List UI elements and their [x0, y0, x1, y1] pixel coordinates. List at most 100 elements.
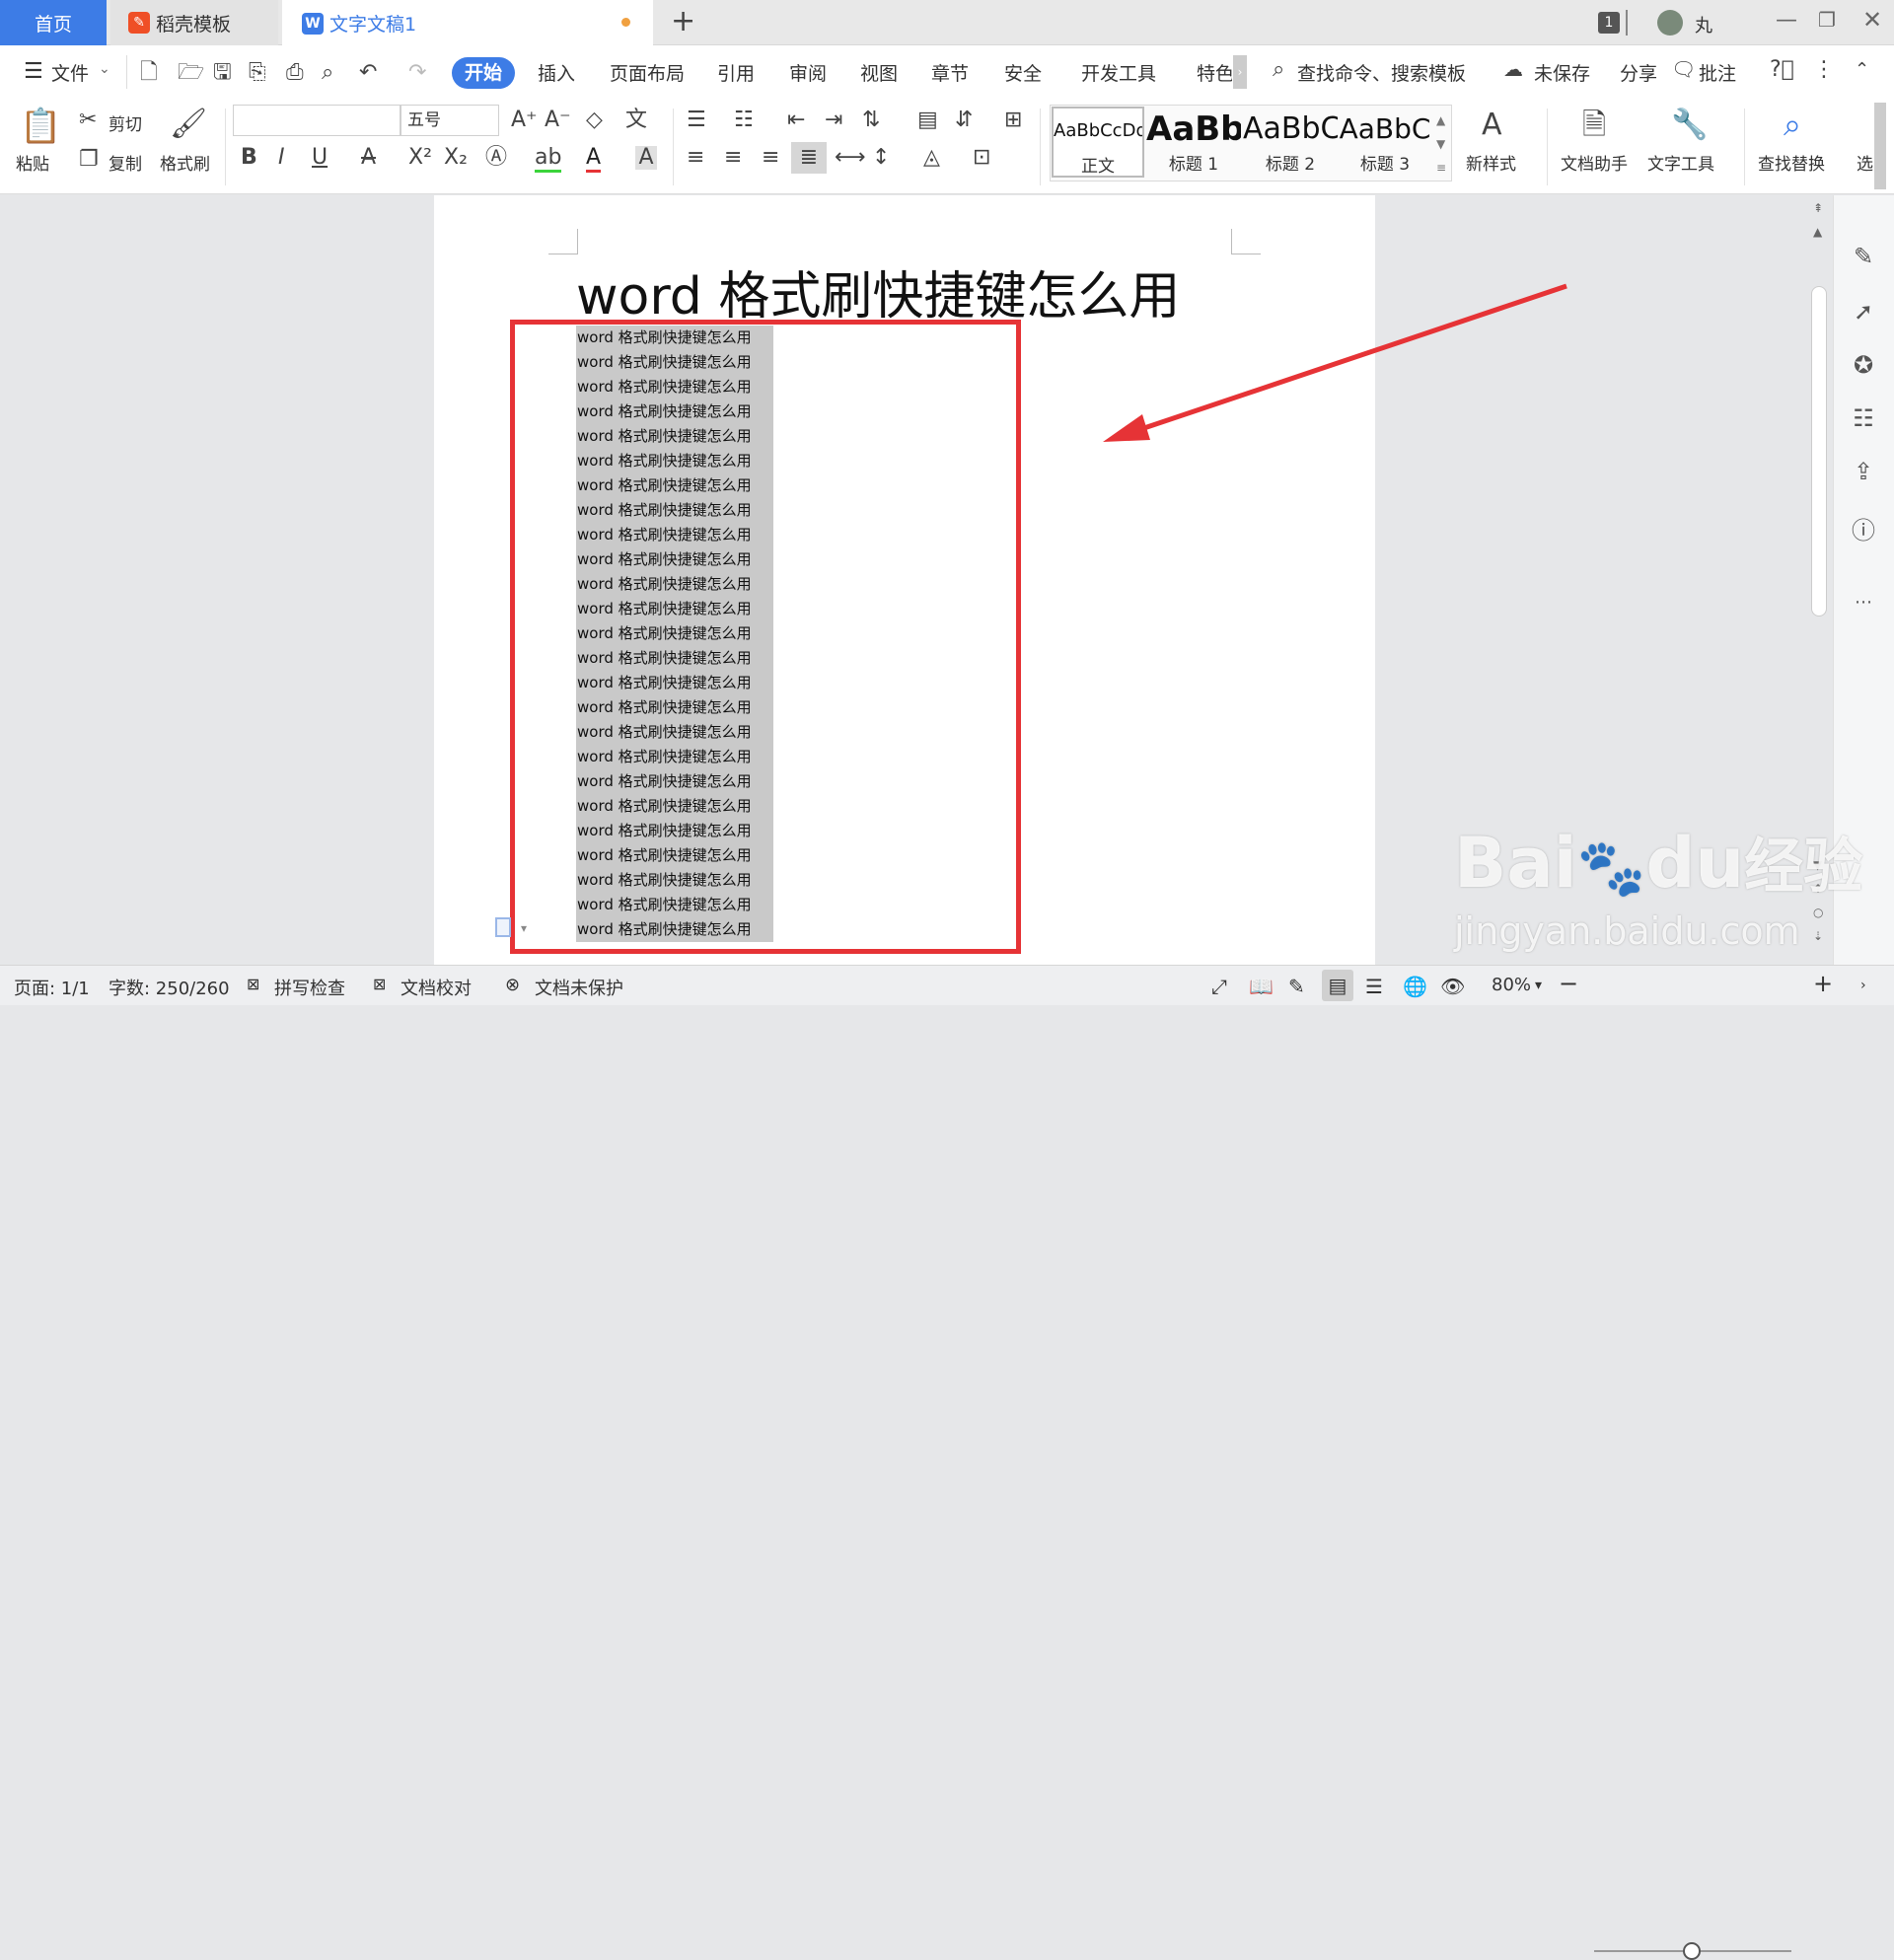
tab-review[interactable]: 审阅 [789, 59, 827, 86]
superscript-icon[interactable]: X² [408, 146, 432, 170]
font-color-icon[interactable]: A [586, 146, 602, 173]
paste-button[interactable]: 粘贴 [16, 150, 49, 175]
select-cursor-icon[interactable]: ➚ [1849, 298, 1878, 326]
write-mode-icon[interactable]: ✎ [1288, 975, 1305, 998]
tab-page-layout[interactable]: 页面布局 [610, 59, 685, 86]
style-heading-3[interactable]: AaBbC 标题 3 [1338, 107, 1432, 178]
align-center-icon[interactable]: ≡ [724, 146, 742, 170]
scroll-top-icon[interactable]: ⇞ [1813, 201, 1823, 215]
chevron-down-icon[interactable]: ▾ [1535, 978, 1542, 993]
zoom-out-icon[interactable]: − [1559, 970, 1578, 997]
sort-icon[interactable]: ⇵ [955, 109, 973, 132]
chevron-down-icon[interactable]: ▾ [521, 921, 527, 935]
tab-special[interactable]: 特色 [1197, 59, 1232, 86]
print-icon[interactable]: ⎙ [286, 61, 304, 85]
strikethrough-icon[interactable]: A [361, 146, 376, 170]
new-style-icon[interactable]: A [1482, 109, 1502, 142]
tab-developer[interactable]: 开发工具 [1081, 59, 1156, 86]
show-marks-icon[interactable]: ⊞ [1004, 109, 1022, 132]
style-icon[interactable]: ✪ [1849, 351, 1878, 379]
save-icon[interactable]: 🖫 [213, 61, 232, 85]
find-replace-button[interactable]: 查找替换 [1758, 150, 1825, 175]
underline-icon[interactable]: U [312, 146, 328, 170]
gallery-scroll-icon[interactable]: ▲ ▼ ≡ [1436, 109, 1446, 180]
more-icon[interactable]: ⋮ [1813, 57, 1835, 82]
char-shading-icon[interactable]: A [635, 146, 657, 170]
new-style-button[interactable]: 新样式 [1466, 150, 1516, 175]
style-normal[interactable]: AaBbCcDd 正文 [1052, 107, 1144, 178]
export-icon[interactable]: ⎘ [249, 61, 266, 85]
tab-document[interactable]: W 文字文稿1 [282, 0, 653, 46]
restore-icon[interactable]: ❐ [1818, 8, 1836, 32]
print-preview-icon[interactable]: ⌕ [322, 61, 333, 85]
chevron-down-icon[interactable]: ⌄ [99, 61, 110, 77]
subscript-icon[interactable]: X₂ [444, 146, 468, 170]
pinyin-icon[interactable]: 文 [625, 109, 647, 132]
reading-mode-icon[interactable]: 📖 [1249, 975, 1274, 998]
justify-icon[interactable]: ≣ [791, 142, 827, 174]
comment-button[interactable]: 批注 [1699, 59, 1736, 86]
bullet-list-icon[interactable]: ☰ [687, 109, 706, 132]
window-count-badge[interactable]: 1 [1598, 12, 1620, 34]
close-icon[interactable]: ✕ [1862, 6, 1882, 34]
numbered-list-icon[interactable]: ☷ [734, 109, 754, 132]
chinese-layout-icon[interactable]: ▤ [917, 109, 938, 132]
line-spacing-icon[interactable]: ↕ [872, 146, 890, 170]
avatar[interactable] [1657, 10, 1683, 36]
scrollbar-thumb[interactable] [1811, 286, 1827, 617]
word-count[interactable]: 字数: 250/260 [109, 975, 230, 1000]
web-view-icon[interactable]: 🌐 [1403, 975, 1427, 998]
zoom-slider-handle[interactable] [1683, 1942, 1702, 1960]
eye-protection-icon[interactable]: 👁 [1440, 975, 1465, 998]
highlight-icon[interactable]: ab [535, 146, 562, 173]
paragraph-mark-icon[interactable] [495, 917, 511, 937]
align-right-icon[interactable]: ≡ [762, 146, 779, 170]
settings-sliders-icon[interactable]: ☷ [1849, 404, 1878, 432]
paste-icon[interactable]: 📋 [20, 107, 61, 146]
text-effect-icon[interactable]: Ⓐ [485, 146, 507, 170]
command-search[interactable]: 查找命令、搜索模板 [1297, 59, 1466, 86]
italic-icon[interactable]: I [278, 146, 285, 170]
borders-icon[interactable]: ⊡ [973, 146, 990, 170]
bold-icon[interactable]: B [241, 146, 257, 170]
outline-view-icon[interactable]: ☰ [1365, 975, 1383, 998]
collapse-ribbon-icon[interactable]: ⌃ [1855, 59, 1869, 80]
help-icon[interactable]: ?⃝ [1770, 57, 1794, 82]
tab-references[interactable]: 引用 [717, 59, 755, 86]
cut-button[interactable]: 剪切 [109, 110, 142, 135]
zoom-level[interactable]: 80% [1492, 975, 1531, 995]
share-button[interactable]: 分享 [1620, 59, 1657, 86]
ribbon-scrollbar[interactable] [1874, 103, 1886, 189]
find-replace-icon[interactable]: ⌕ [1784, 107, 1801, 142]
font-size-select[interactable]: 五号 [401, 105, 499, 136]
hamburger-icon[interactable]: ☰ [24, 59, 43, 84]
font-shrink-icon[interactable]: A⁻ [545, 109, 571, 132]
style-heading-2[interactable]: AaBbC 标题 2 [1243, 107, 1338, 178]
align-left-icon[interactable]: ≡ [687, 146, 704, 170]
spellcheck-button[interactable]: 拼写检查 [274, 975, 345, 1000]
new-tab-button[interactable]: + [671, 4, 695, 38]
chevron-right-icon[interactable]: › [1860, 978, 1866, 993]
decrease-indent-icon[interactable]: ⇤ [787, 109, 805, 132]
tab-template[interactable]: ✎ 稻壳模板 [110, 0, 278, 45]
wrench-icon[interactable]: 🔧 [1671, 109, 1708, 142]
select-button[interactable]: 选 [1857, 150, 1873, 175]
edit-pen-icon[interactable]: ✎ [1849, 243, 1878, 270]
more-options-icon[interactable]: ⋯ [1849, 592, 1878, 613]
proofread-button[interactable]: 文档校对 [401, 975, 472, 1000]
tab-home[interactable]: 首页 [0, 0, 107, 45]
shading-icon[interactable]: ◬ [923, 146, 940, 170]
increase-indent-icon[interactable]: ⇥ [825, 109, 842, 132]
style-heading-1[interactable]: AaBb 标题 1 [1146, 107, 1241, 178]
fullscreen-icon[interactable]: ⤢ [1211, 975, 1227, 998]
doc-assistant-icon[interactable]: 🗎 [1582, 109, 1606, 142]
menu-file[interactable]: 文件 [51, 59, 89, 86]
tab-start[interactable]: 开始 [452, 57, 515, 89]
scroll-up-icon[interactable]: ▲ [1813, 225, 1822, 239]
font-grow-icon[interactable]: A⁺ [511, 109, 538, 132]
doc-assistant-button[interactable]: 文档助手 [1561, 150, 1628, 175]
minimize-icon[interactable]: — [1776, 8, 1797, 33]
clear-format-icon[interactable]: ◇ [586, 109, 603, 132]
page-view-icon[interactable]: ▤ [1322, 970, 1353, 1001]
help-circle-icon[interactable]: ⓘ [1849, 511, 1878, 545]
